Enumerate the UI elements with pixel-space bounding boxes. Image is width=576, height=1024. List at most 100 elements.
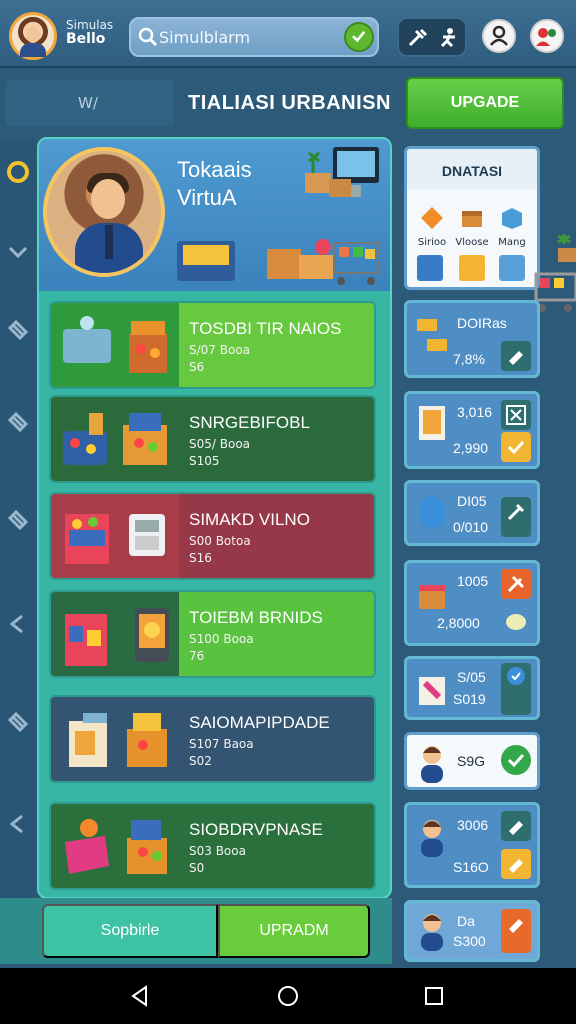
upgrade-button[interactable]: UPGADE [406,77,564,129]
hero-title-line-2: VirtuA [177,185,237,210]
chevron-left-icon[interactable] [6,612,30,636]
screen-title: TIALIASI URBANISN [188,92,391,114]
stat-label-3: Mang [498,237,526,248]
tools-group [397,17,467,57]
link-icon[interactable] [6,508,30,532]
home-icon[interactable] [276,984,300,1008]
resource-4-flag-badge[interactable] [501,569,531,599]
stat-tile-1 [417,255,443,281]
search-input[interactable] [159,25,339,49]
resource-6-value: S9G [457,753,486,769]
computer-icon [305,147,379,197]
shop-4-info: TOIEBM BRNIDS S100 Booa 76 [179,592,374,676]
resource-6-check-badge[interactable] [501,745,531,775]
resource-7-tag-badge[interactable] [501,811,531,841]
shop-1-price: S/07 Booa [189,343,251,357]
shop-card-2[interactable]: SNRGEBIFOBL S05/ Booa S105 [49,395,376,483]
resource-card-3[interactable]: DI05 0/010 [404,480,540,546]
resource-2-close-badge[interactable] [501,400,531,430]
search-go-button[interactable] [344,22,374,52]
store-goods-icon [177,239,380,285]
top-bar: Simulas Bello [0,0,576,68]
shop-2-name: SNRGEBIFOBL [189,413,310,432]
shop-6-goods-icon [65,819,167,874]
player-avatar[interactable] [9,12,57,60]
shop-6-price: S03 Booa [189,844,246,858]
brand-line-1: Simulas [66,18,114,32]
shop-3-name: SIMAKD VILNO [189,510,310,529]
subheader-tab[interactable]: W/ [6,80,174,126]
stat-tile-3 [499,255,525,281]
resource-8-value: Da [457,913,475,929]
resource-card-4[interactable]: 1005 2,8000 [404,560,540,646]
resource-card-1[interactable]: DOIRas 7,8% [404,300,540,378]
stat-label-2: Vloose [455,237,489,248]
shop-tile-icon [419,406,445,440]
resource-3-badge[interactable] [501,497,531,537]
resource-4-rate: 2,8000 [437,615,480,631]
avatar-face [26,27,40,43]
resource-card-5[interactable]: S/05 S019 [404,656,540,720]
tag-icon [509,351,523,365]
recents-icon[interactable] [422,984,446,1008]
resource-2-check-badge[interactable] [501,432,531,462]
back-icon[interactable] [128,984,152,1008]
resource-5-badge[interactable] [501,663,531,715]
link-icon[interactable] [6,710,30,734]
check-icon [507,440,525,455]
shop-panel: Tokaais VirtuA TOSDBI TIR NAIOS S/07 Boo… [37,137,392,899]
shop-card-4[interactable]: TOIEBM BRNIDS S100 Booa 76 [49,590,376,678]
search-bar[interactable] [129,17,379,57]
shop-4-art-zone [51,592,179,676]
resource-2-rate: 2,990 [453,440,489,456]
shop-3-price: S00 Botoa [189,534,251,548]
link-icon[interactable] [6,318,30,342]
shop-4-name: TOIEBM BRNIDS [189,608,323,627]
resource-card-8[interactable]: Da S300 [404,900,540,962]
portrait-head [91,179,125,219]
resource-card-7[interactable]: 3006 S16O [404,802,540,888]
resource-card-2[interactable]: 3,016 2,990 [404,391,540,469]
shop-3-count: S16 [189,551,212,565]
runner-icon[interactable] [437,27,459,49]
friends-button[interactable] [530,19,564,53]
coin-icon[interactable] [6,160,30,184]
check-icon [507,753,525,768]
link-icon[interactable] [6,410,30,434]
resource-3-rate: 0/010 [453,519,489,535]
resource-8-badge[interactable] [501,909,531,953]
chevron-left-icon[interactable] [6,812,30,836]
resource-7-tag2-badge[interactable] [501,849,531,879]
chevron-down-icon[interactable] [6,240,30,264]
profile-button[interactable] [482,19,516,53]
shop-card-6[interactable]: SIOBDRVPNASE S03 Booa S0 [49,802,376,890]
resource-7-value: 3006 [457,817,489,833]
resource-card-6[interactable]: S9G [404,732,540,790]
tools-icon[interactable] [407,27,429,49]
portrait-tie [105,225,113,259]
sort-button[interactable]: Sopbirle [42,904,218,958]
go-arrow-icon [352,30,366,43]
shop-card-3[interactable]: SIMAKD VILNO S00 Botoa S16 [49,492,376,580]
search-icon [138,27,158,47]
hero-banner: Tokaais VirtuA [39,139,390,291]
shop-card-5[interactable]: SAIOMAPIPDADE S107 Baoa S02 [49,695,376,783]
avatar-suit [20,43,46,57]
upgrade-now-button[interactable]: UPRADM [218,904,370,958]
resource-2-value: 3,016 [457,404,493,420]
resource-1-badge[interactable] [501,341,531,371]
resource-4-coin-badge[interactable] [501,607,531,637]
shop-5-goods-icon [69,713,167,767]
shop-3-goods-icon [65,514,165,564]
flag-icon [507,575,525,593]
shop-card-1[interactable]: TOSDBI TIR NAIOS S/07 Booa S6 [49,301,376,389]
manager-avatar-icon [421,820,443,857]
manager-avatar-icon [421,746,443,783]
manager-avatar-icon [421,914,443,951]
shop-4-count: 76 [189,649,205,663]
subheader-tab-label: W/ [78,94,98,112]
stats-card[interactable]: DNATASI Sirioo Vloose Mang [404,146,540,290]
tag-icon [509,919,523,933]
tag-icon [509,821,523,835]
resource-5-value: S/05 [457,669,486,685]
